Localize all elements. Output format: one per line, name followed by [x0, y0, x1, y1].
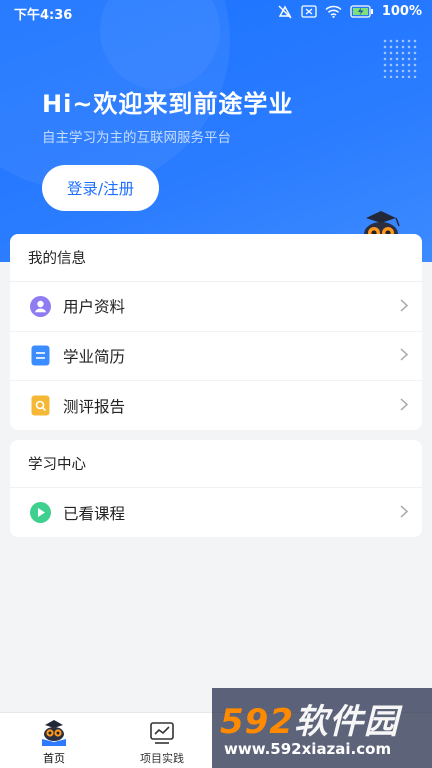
menu-item-user-profile[interactable]: 用户资料 [10, 282, 422, 332]
mute-icon [277, 5, 293, 19]
decor-dots [382, 38, 418, 78]
my-info-title: 我的信息 [10, 234, 422, 282]
menu-item-label: 已看课程 [63, 504, 126, 523]
tab-home[interactable]: 首页 [0, 713, 108, 768]
tab-label: 项目实践 [140, 752, 184, 765]
menu-item-resume[interactable]: 学业简历 [10, 332, 422, 381]
study-center-title: 学习中心 [10, 440, 422, 488]
chevron-right-icon [400, 296, 409, 317]
menu-item-label: 用户资料 [63, 298, 126, 317]
study-center-card: 学习中心 已看课程 [10, 440, 422, 537]
welcome-subtitle: 自主学习为主的互联网服务平台 [42, 130, 231, 146]
watermark-brand: 592软件园 [220, 702, 399, 742]
home-owl-icon [42, 720, 66, 746]
tab-project-practice[interactable]: 项目实践 [108, 713, 216, 768]
status-bar: 下午4:36 100% [0, 0, 432, 24]
project-chart-icon [150, 722, 174, 744]
watermark-url: www.592xiazai.com [224, 740, 392, 758]
menu-item-watched-courses[interactable]: 已看课程 [10, 488, 422, 538]
chevron-right-icon [400, 345, 409, 366]
menu-item-report[interactable]: 测评报告 [10, 381, 422, 431]
wifi-icon [325, 5, 342, 18]
menu-item-label: 测评报告 [63, 397, 126, 416]
status-icons: 100% [277, 4, 422, 19]
chevron-right-icon [400, 502, 409, 523]
my-info-card: 我的信息 用户资料 学业简历 测评报告 [10, 234, 422, 430]
sim-icon [301, 5, 317, 18]
welcome-title: Hi~欢迎来到前途学业 [42, 90, 294, 118]
battery-icon [350, 5, 374, 18]
play-course-icon [30, 502, 51, 524]
menu-item-label: 学业简历 [63, 347, 126, 366]
report-icon [30, 395, 51, 416]
status-time: 下午4:36 [14, 8, 73, 23]
battery-percent: 100% [381, 4, 422, 19]
user-profile-icon [30, 295, 51, 317]
chevron-right-icon [400, 395, 409, 416]
watermark-overlay: 592软件园 www.592xiazai.com [212, 688, 432, 768]
resume-icon [30, 345, 51, 366]
login-register-button[interactable]: 登录/注册 [42, 165, 159, 211]
tab-label: 首页 [43, 752, 65, 765]
